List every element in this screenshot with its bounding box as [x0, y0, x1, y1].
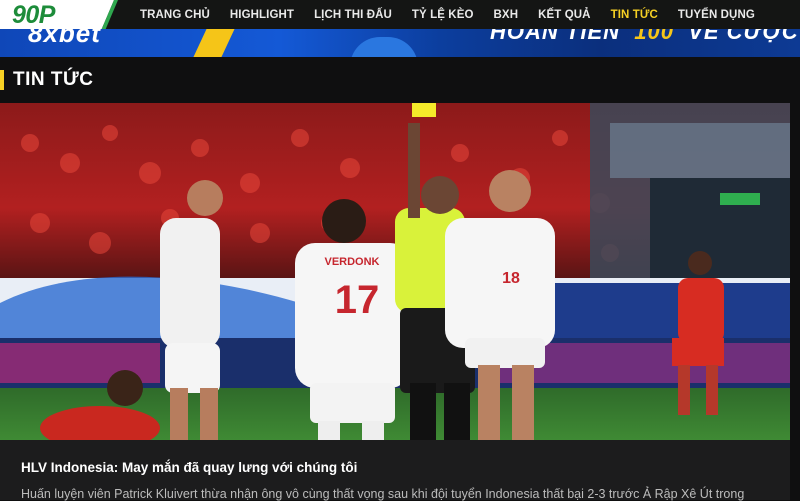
banner-brand: 8xbet [28, 29, 101, 48]
main-menu: TRANG CHỦ HIGHLIGHT LỊCH THI ĐẤU TỶ LỆ KÈO B… [130, 0, 765, 29]
jersey-number-18: 18 [502, 270, 520, 287]
nav-item-tin-tuc[interactable]: TIN TỨC [601, 9, 668, 21]
nav-item-trang-chu[interactable]: TRANG CHỦ [130, 9, 220, 21]
nav-item-bxh[interactable]: BXH [484, 9, 529, 21]
nav-item-ty-le-keo[interactable]: TỶ LỆ KÈO [402, 9, 484, 21]
nav-item-ket-qua[interactable]: KẾT QUẢ [528, 9, 600, 21]
logo-text: 90P [12, 1, 55, 29]
jersey-name-text: VERDONK [324, 256, 379, 268]
banner-promo-text: HOÀN TIỀN 100 VỀ CƯỢC [490, 29, 799, 45]
banner-promo-highlight: 100 [634, 29, 674, 44]
banner-player-image [350, 37, 418, 57]
nav-item-highlight[interactable]: HIGHLIGHT [220, 9, 304, 21]
featured-article-card[interactable]: VERDONK 17 18 HLV Indonesia: May mắn đã … [0, 103, 790, 501]
article-excerpt: Huấn luyện viên Patrick Kluivert thừa nh… [21, 487, 745, 501]
jersey-number-17: 17 [335, 278, 380, 322]
banner-promo-suffix: VỀ CƯỢC [688, 29, 799, 44]
promo-banner[interactable]: 8xbet HOÀN TIỀN 100 VỀ CƯỢC [0, 29, 800, 57]
section-title: TIN TỨC [13, 69, 94, 90]
match-photo: VERDONK 17 18 [0, 103, 790, 440]
banner-promo-prefix: HOÀN TIỀN [490, 29, 620, 44]
page-right-gutter [790, 103, 800, 500]
article-title[interactable]: HLV Indonesia: May mắn đã quay lưng với … [21, 460, 357, 475]
top-navigation: 90P TRANG CHỦ HIGHLIGHT LỊCH THI ĐẤU TỶ LỆ … [0, 0, 800, 33]
nav-item-lich-thi-dau[interactable]: LỊCH THI ĐẤU [304, 9, 402, 21]
banner-stripe [193, 29, 235, 57]
article-image[interactable]: VERDONK 17 18 [0, 103, 790, 440]
section-accent-bar [0, 70, 4, 90]
article-info: HLV Indonesia: May mắn đã quay lưng với … [0, 440, 790, 501]
section-header [0, 57, 800, 103]
nav-item-tuyen-dung[interactable]: TUYỂN DỤNG [668, 9, 765, 21]
